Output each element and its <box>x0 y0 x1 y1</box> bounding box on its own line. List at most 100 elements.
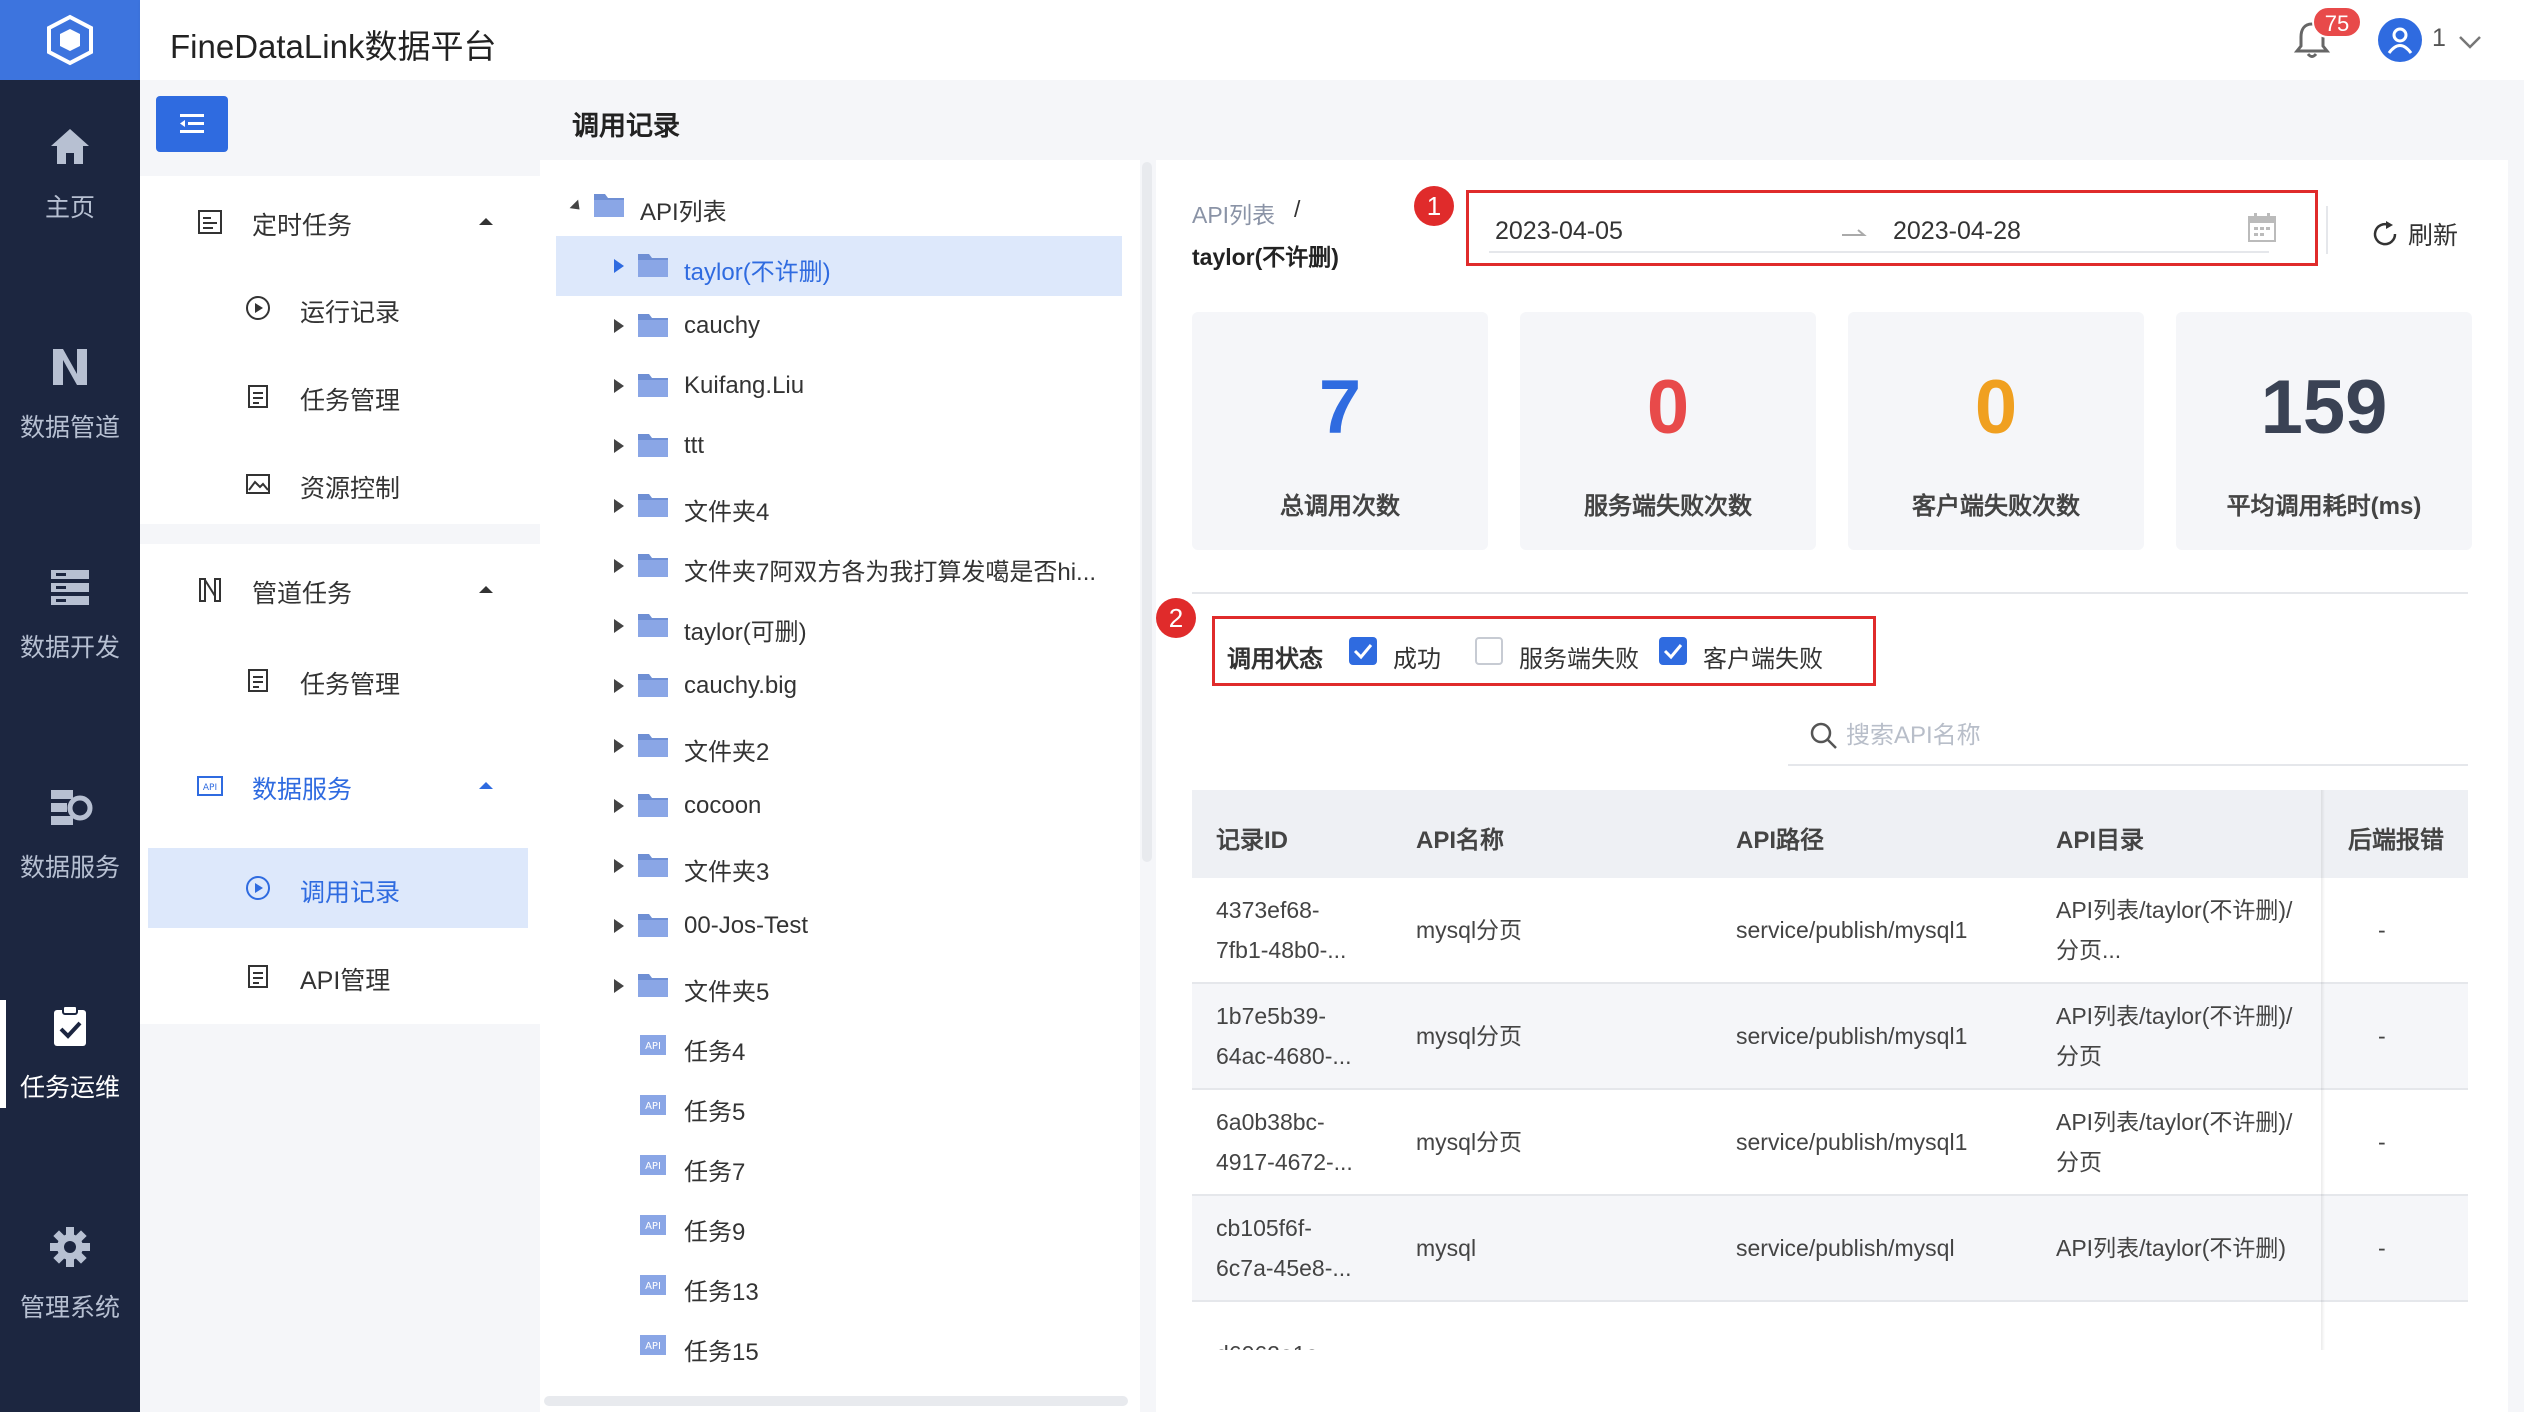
menu-item-task-management[interactable]: 任务管理 <box>140 356 540 436</box>
date-underline <box>1489 251 2269 253</box>
tree-api-item[interactable]: API 任务9 <box>556 1196 1122 1256</box>
avatar[interactable] <box>2378 18 2422 62</box>
tree-folder[interactable]: 文件夹7阿双方各为我打算发噶是否hi... <box>556 536 1122 596</box>
nav-item-admin[interactable]: 管理系统 <box>0 1204 140 1344</box>
refresh-button[interactable]: 刷新 <box>2370 214 2458 254</box>
tree-vertical-scrollbar[interactable] <box>1142 162 1152 862</box>
breadcrumb-root[interactable]: API列表 <box>1192 196 1275 230</box>
date-range-picker[interactable]: 2023-04-05 2023-04-28 <box>1466 190 2318 266</box>
date-start[interactable]: 2023-04-05 <box>1495 217 1623 246</box>
chevron-up-icon <box>479 218 493 225</box>
user-icon <box>2387 27 2413 54</box>
tree-label: 任务5 <box>684 1099 746 1126</box>
divider <box>2326 206 2328 254</box>
tree-horizontal-scrollbar[interactable] <box>544 1396 1128 1406</box>
status-checkbox-label[interactable]: 成功 <box>1393 639 1441 674</box>
status-checkbox-label[interactable]: 服务端失败 <box>1519 639 1639 674</box>
table-row[interactable]: cb105f6f- 6c7a-45e8-... mysql service/publi… <box>1192 1196 2468 1302</box>
column-header[interactable]: 后端报错 <box>2348 820 2444 855</box>
menu-item-resource-control[interactable]: 资源控制 <box>140 444 540 524</box>
tree-api-item[interactable]: API 任务5 <box>556 1076 1122 1136</box>
tree-label: 任务13 <box>684 1279 759 1306</box>
tree-folder[interactable]: cauchy.big <box>556 656 1122 716</box>
table-cell: API列表/taylor(不许删)/ 分页... <box>2056 890 2292 970</box>
tree-label: 文件夹4 <box>684 499 770 526</box>
content-panel: API列表 / taylor(不许删) 1 2023-04-05 2023-04… <box>1156 160 2508 1412</box>
menu-head-data-service[interactable]: API 数据服务 <box>140 740 540 832</box>
play-circle-icon <box>246 876 270 900</box>
chevron-down-icon[interactable] <box>2456 28 2484 56</box>
table-cell: API列表/taylor(不许删)/ 分页 <box>2056 996 2292 1076</box>
nav-item-service[interactable]: 数据服务 <box>0 764 140 904</box>
menu-head-pipeline-tasks[interactable]: 管道任务 <box>140 544 540 636</box>
tree-folder[interactable]: taylor(可删) <box>556 596 1122 656</box>
search-input[interactable] <box>1844 718 2404 754</box>
cell-line: 分页 <box>2056 1149 2102 1175</box>
tree-label: 任务7 <box>684 1159 746 1186</box>
cell-line: API列表/taylor(不许删)/ <box>2056 897 2293 923</box>
menu-head-label: 定时任务 <box>252 212 353 240</box>
tree-api-item[interactable]: API 任务4 <box>556 1016 1122 1076</box>
check-icon <box>1353 644 1373 660</box>
section-bar: 调用记录 <box>540 80 2524 160</box>
tree-folder[interactable]: 文件夹2 <box>556 716 1122 776</box>
logo[interactable] <box>0 0 140 80</box>
menu-item-pipeline-task-management[interactable]: 任务管理 <box>140 640 540 720</box>
tree-folder[interactable]: 文件夹3 <box>556 836 1122 896</box>
play-circle-icon <box>246 296 270 320</box>
date-end[interactable]: 2023-04-28 <box>1893 217 2021 246</box>
tree-api-item[interactable]: API 任务13 <box>556 1256 1122 1316</box>
table-cell: mysql分页 <box>1416 1023 1523 1049</box>
tree-api-item[interactable]: API 任务15 <box>556 1316 1122 1376</box>
cell-line: 1b7e5b39- <box>1216 1003 1326 1029</box>
tree-folder[interactable]: taylor(不许删) <box>556 236 1122 296</box>
menu-item-label: 任务管理 <box>300 387 401 415</box>
nav-item-develop[interactable]: 数据开发 <box>0 544 140 684</box>
menu-item-call-records[interactable]: 调用记录 <box>148 848 528 928</box>
breadcrumb-separator: / <box>1294 196 1301 222</box>
column-header[interactable]: API名称 <box>1416 820 1504 855</box>
column-header[interactable]: API路径 <box>1736 820 1824 855</box>
column-header[interactable]: API目录 <box>2056 820 2144 855</box>
folder-icon <box>638 914 668 937</box>
nav-item-task-ops[interactable]: 任务运维 <box>0 984 140 1124</box>
user-name[interactable]: 1 <box>2432 24 2446 53</box>
caret-right-icon <box>614 439 624 453</box>
status-checkbox[interactable] <box>1349 637 1377 665</box>
tree-label: 任务4 <box>684 1039 746 1066</box>
tree-folder[interactable]: 00-Jos-Test <box>556 896 1122 956</box>
stat-label: 服务端失败次数 <box>1584 493 1752 520</box>
menu-item-run-records[interactable]: 运行记录 <box>140 268 540 348</box>
records-table: 记录ID API名称 API路径 API目录 后端报错 4373ef68- 7fb1-48… <box>1192 790 2468 1350</box>
cell-line: 4373ef68- <box>1216 897 1320 923</box>
tree-folder[interactable]: 文件夹4 <box>556 476 1122 536</box>
tree-root[interactable]: API列表 <box>556 176 1122 236</box>
tree-folder[interactable]: Kuifang.Liu <box>556 356 1122 416</box>
calendar-icon[interactable] <box>2245 211 2279 245</box>
table-cell: API列表/taylor(不许删) <box>2056 1228 2286 1268</box>
nav-item-home[interactable]: 主页 <box>0 104 140 244</box>
menu-head-scheduled-tasks[interactable]: 定时任务 <box>140 176 540 268</box>
column-header[interactable]: 记录ID <box>1216 820 1288 855</box>
caret-right-icon <box>614 739 624 753</box>
table-row[interactable]: 4373ef68- 7fb1-48b0-... mysql分页 service/pub… <box>1192 878 2468 984</box>
tree-folder[interactable]: ttt <box>556 416 1122 476</box>
nav-item-label: 主页 <box>44 194 95 222</box>
tree-api-item[interactable]: API 任务7 <box>556 1136 1122 1196</box>
tree-label: 文件夹3 <box>684 859 770 886</box>
collapse-menu-button[interactable] <box>156 96 228 152</box>
status-checkbox[interactable] <box>1475 637 1503 665</box>
tree-folder[interactable]: cocoon <box>556 776 1122 836</box>
folder-icon <box>638 554 668 577</box>
cell-line: cb105f6f- <box>1216 1215 1312 1241</box>
table-row[interactable]: 1b7e5b39- 64ac-4680-... mysql分页 service/pub… <box>1192 984 2468 1090</box>
nav-item-pipeline[interactable]: 数据管道 <box>0 324 140 464</box>
tree-folder[interactable]: 文件夹5 <box>556 956 1122 1016</box>
table-row[interactable]: d6062a1e- <box>1192 1302 2468 1350</box>
status-checkbox-label[interactable]: 客户端失败 <box>1703 639 1823 674</box>
table-row[interactable]: 6a0b38bc- 4917-4672-... mysql分页 service/pub… <box>1192 1090 2468 1196</box>
status-checkbox[interactable] <box>1659 637 1687 665</box>
fixed-column-shadow <box>2321 790 2325 1350</box>
menu-item-api-management[interactable]: API管理 <box>140 936 540 1016</box>
tree-folder[interactable]: cauchy <box>556 296 1122 356</box>
